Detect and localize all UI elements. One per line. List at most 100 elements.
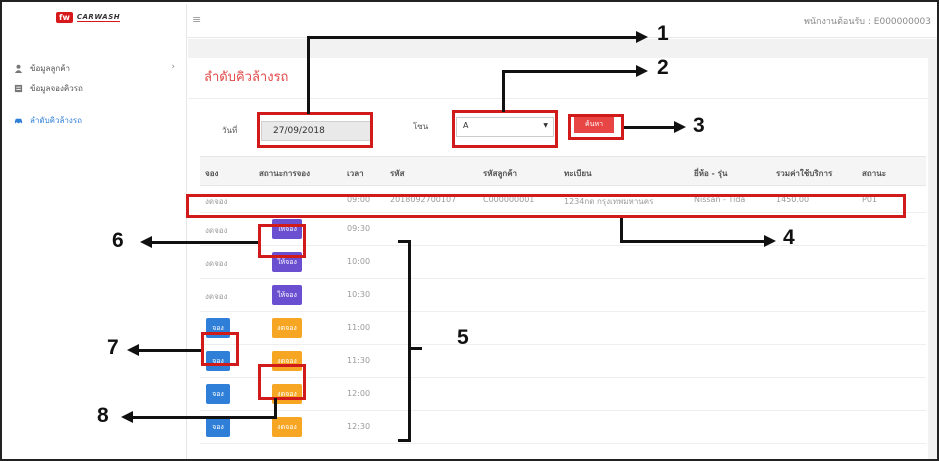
callout-number: 7 [107,336,119,359]
allow-booking-button[interactable]: ให้จอง [272,219,302,239]
table-row[interactable]: งดจอง 09:00 2018092700107 C000000001 123… [200,187,926,213]
suspend-booking-button[interactable]: งดจอง [272,351,302,371]
column-header: สถานะการจอง [259,169,311,178]
id-cell: 2018092700107 [390,195,457,204]
reserve-text: งดจอง [205,259,228,268]
callout-line [307,36,639,39]
zone-select-value: A [463,121,469,130]
callout-number: 3 [693,114,705,137]
sidebar-item-queue[interactable]: ลำดับคิวล้างรถ [14,114,179,127]
time-cell: 09:00 [347,195,371,204]
arrow-right-icon [636,31,648,43]
bracket-line [408,347,422,350]
list-icon [14,84,23,93]
sidebar-item-customers[interactable]: ข้อมูลลูกค้า › [14,62,179,75]
user-icon [14,64,23,73]
callout-line [132,416,277,419]
callout-line [152,241,258,244]
hamburger-icon[interactable]: ≡ [192,13,201,26]
time-cell: 11:30 [347,356,371,365]
customer-cell: C000000001 [483,195,535,204]
table-header: จอง สถานะการจอง เวลา รหัส รหัสลูกค้า ทะเ… [200,156,926,186]
page-title: ลำดับคิวล้างรถ [204,70,289,85]
search-button[interactable]: ค้นหา [574,116,614,133]
time-cell: 10:00 [347,257,371,266]
callout-line [139,349,201,352]
screenshot-frame: fw CARWASH ข้อมูลลูกค้า › ข้อมูลจองคิวรถ… [0,0,939,461]
column-header: ยี่ห้อ - รุ่น [694,169,728,178]
caret-down-icon: ▼ [543,122,548,129]
callout-line [502,70,505,112]
book-button[interactable]: จอง [206,351,230,371]
time-cell: 10:30 [347,290,371,299]
brand-cell: Nissan - Tida [694,195,746,204]
top-bar: ≡ พนักงานต้อนรับ : E000000003 [187,4,937,38]
column-header: สถานะ [862,169,886,178]
divider [188,98,928,99]
callout-number: 8 [97,404,109,427]
arrow-left-icon [127,344,139,356]
employee-label: พนักงานต้อนรับ : E000000003 [803,17,931,27]
callout-number: 5 [457,326,469,349]
table-row: งดจอง ให้จอง 09:30 [200,213,926,246]
sidebar-item-label: ข้อมูลจองคิวรถ [30,84,83,93]
reserve-text: งดจอง [205,292,228,301]
sidebar-item-label: ลำดับคิวล้างรถ [30,116,82,125]
sidebar-item-bookings[interactable]: ข้อมูลจองคิวรถ [14,82,179,95]
plate-cell: 1234กด กรุงเทพมหานคร [564,197,654,206]
main-content: ลำดับคิวล้างรถ วันที่ 27/09/2018 โซน A ▼… [188,39,937,459]
callout-number: 1 [657,22,669,45]
zone-select[interactable]: A ▼ [456,117,554,137]
date-field[interactable]: 27/09/2018 [261,121,371,141]
state-cell: P01 [862,195,878,204]
column-header: รหัสลูกค้า [483,169,518,178]
table-row: จอง งดจอง 12:00 [200,378,926,411]
bracket-line [408,240,411,442]
book-button[interactable]: จอง [206,318,230,338]
callout-line [620,218,623,242]
time-cell: 11:00 [347,323,371,332]
allow-booking-button[interactable]: ให้จอง [272,252,302,272]
book-button[interactable]: จอง [206,384,230,404]
callout-line [624,126,676,129]
date-label: วันที่ [222,126,238,135]
arrow-left-icon [140,236,152,248]
time-cell: 09:30 [347,224,371,233]
total-cell: 1450.00 [776,195,810,204]
table-row: จอง งดจอง 11:30 [200,345,926,378]
table-row: งดจอง ให้จอง 10:00 [200,246,926,279]
suspend-booking-button[interactable]: งดจอง [272,417,302,437]
reserve-text: งดจอง [205,226,228,235]
queue-panel: ลำดับคิวล้างรถ วันที่ 27/09/2018 โซน A ▼… [188,58,928,459]
chevron-right-icon: › [171,62,175,72]
bracket-line [398,439,410,442]
callout-line [620,240,766,243]
callout-number: 2 [657,56,669,79]
table-row: จอง งดจอง 12:30 [200,411,926,444]
time-cell: 12:30 [347,422,371,431]
arrow-right-icon [764,235,776,247]
logo-word: CARWASH [76,13,121,22]
table-row: จอง งดจอง 11:00 [200,312,926,345]
allow-booking-button[interactable]: ให้จอง [272,285,302,305]
suspend-booking-button[interactable]: งดจอง [272,318,302,338]
arrow-right-icon [636,65,648,77]
app-logo[interactable]: fw CARWASH [56,12,121,23]
sidebar: fw CARWASH ข้อมูลลูกค้า › ข้อมูลจองคิวรถ… [4,4,187,459]
book-button[interactable]: จอง [206,417,230,437]
callout-number: 6 [112,229,124,252]
column-header: รวมค่าใช้บริการ [776,169,833,178]
sidebar-item-label: ข้อมูลลูกค้า [30,64,71,73]
bracket-line [398,240,410,243]
column-header: เวลา [347,169,364,178]
reserve-text: งดจอง [205,197,228,206]
time-cell: 12:00 [347,389,371,398]
column-header: รหัส [390,169,405,178]
logo-mark: fw [56,12,73,23]
zone-label: โซน [413,122,429,131]
table-row: งดจอง ให้จอง 10:30 [200,279,926,312]
column-header: จอง [205,169,219,178]
arrow-left-icon [121,411,133,423]
callout-line [274,398,277,418]
car-icon [14,118,23,125]
